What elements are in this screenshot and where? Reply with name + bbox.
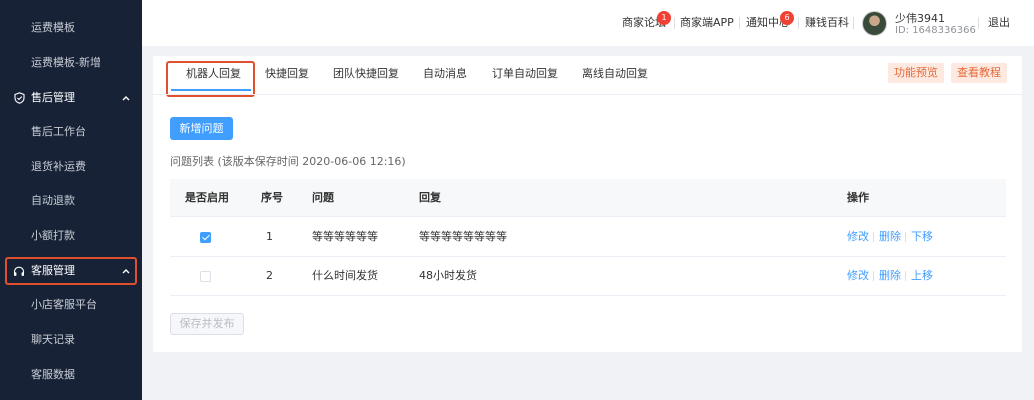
tab-divider xyxy=(153,94,1022,95)
question-list-title: 问题列表 (该版本保存时间 2020-06-06 12:16) xyxy=(170,155,406,168)
sidebar-group-customer-service[interactable]: 客服管理 xyxy=(0,254,142,288)
move-down-link[interactable]: 下移 xyxy=(911,218,933,256)
tab-team-quick-reply[interactable]: 团队快捷回复 xyxy=(333,56,399,92)
column-header-actions: 操作 xyxy=(847,191,869,204)
delete-link[interactable]: 删除 xyxy=(879,218,901,256)
sidebar-group-after-sales[interactable]: 售后管理 xyxy=(0,81,142,115)
sidebar-item-label: 聊天记录 xyxy=(31,333,75,346)
sidebar-item-shop-cs-platform[interactable]: 小店客服平台 xyxy=(0,288,142,322)
row-question: 等等等等等等 xyxy=(312,230,378,243)
sidebar: 运费模板 运费模板-新增 售后管理 售后工作台 退货补运费 自动退款 小额打款 … xyxy=(0,0,142,400)
sidebar-item-label: 小店客服平台 xyxy=(31,298,97,311)
row-question: 什么时间发货 xyxy=(312,269,378,282)
save-and-publish-button[interactable]: 保存并发布 xyxy=(170,313,244,335)
sidebar-item-after-sales-workbench[interactable]: 售后工作台 xyxy=(0,115,142,149)
sidebar-group-label: 售后管理 xyxy=(31,91,75,104)
tab-offline-auto-reply[interactable]: 离线自动回复 xyxy=(582,56,648,92)
sidebar-item-label: 小额打款 xyxy=(31,229,75,242)
shield-icon xyxy=(12,81,26,115)
divider xyxy=(674,17,675,29)
table-row: 2 什么时间发货 48小时发货 修改 删除 上移 xyxy=(170,257,1006,296)
column-header-reply: 回复 xyxy=(419,191,441,204)
tab-quick-reply[interactable]: 快捷回复 xyxy=(265,56,309,92)
row-index: 1 xyxy=(266,230,273,243)
sidebar-item-return-freight[interactable]: 退货补运费 xyxy=(0,150,142,184)
tab-robot-reply[interactable]: 机器人回复 xyxy=(186,56,241,92)
chevron-up-icon xyxy=(122,254,130,288)
divider xyxy=(905,271,906,281)
sidebar-item-label: 退货补运费 xyxy=(31,160,86,173)
column-header-index: 序号 xyxy=(261,191,283,204)
edit-link[interactable]: 修改 xyxy=(847,257,869,295)
divider xyxy=(905,232,906,242)
enabled-checkbox[interactable] xyxy=(200,271,211,282)
main-panel: 机器人回复 快捷回复 团队快捷回复 自动消息 订单自动回复 离线自动回复 功能预… xyxy=(153,56,1022,352)
headphones-icon xyxy=(12,254,26,288)
feature-preview-button[interactable]: 功能预览 xyxy=(888,63,944,83)
notification-badge: 6 xyxy=(780,11,794,25)
row-reply: 48小时发货 xyxy=(419,269,477,282)
row-index: 2 xyxy=(266,269,273,282)
sidebar-item-label: 运费模板-新增 xyxy=(31,56,101,69)
divider xyxy=(873,232,874,242)
sidebar-item-cs-data[interactable]: 客服数据 xyxy=(0,358,142,392)
sidebar-item-freight-template-add[interactable]: 运费模板-新增 xyxy=(0,46,142,80)
add-question-button[interactable]: 新增问题 xyxy=(170,117,233,140)
logout-link[interactable]: 退出 xyxy=(988,0,1010,46)
sidebar-item-chat-records[interactable]: 聊天记录 xyxy=(0,323,142,357)
table-header: 是否启用 序号 问题 回复 操作 xyxy=(170,179,1006,217)
column-header-enabled: 是否启用 xyxy=(185,191,229,204)
divider xyxy=(978,17,979,29)
delete-link[interactable]: 删除 xyxy=(879,257,901,295)
sidebar-item-auto-refund[interactable]: 自动退款 xyxy=(0,184,142,218)
table-row: 1 等等等等等等 等等等等等等等等 修改 删除 下移 xyxy=(170,218,1006,257)
tab-active-indicator xyxy=(171,89,251,91)
sidebar-item-freight-template[interactable]: 运费模板 xyxy=(0,11,142,45)
sidebar-item-label: 自动退款 xyxy=(31,194,75,207)
sidebar-group-label: 客服管理 xyxy=(31,264,75,277)
sidebar-item-label: 运费模板 xyxy=(31,21,75,34)
row-reply: 等等等等等等等等 xyxy=(419,230,507,243)
enabled-checkbox[interactable] xyxy=(200,232,211,243)
move-up-link[interactable]: 上移 xyxy=(911,257,933,295)
column-header-question: 问题 xyxy=(312,191,334,204)
header-link-money-wiki[interactable]: 赚钱百科 xyxy=(805,0,849,46)
user-id: ID: 1648336366 xyxy=(895,25,976,36)
user-name: 少伟3941 xyxy=(895,12,945,25)
top-header: 商家论坛 1 商家端APP 通知中心 6 赚钱百科 少伟3941 ID: 164… xyxy=(142,0,1034,46)
avatar[interactable] xyxy=(862,11,887,36)
divider xyxy=(739,17,740,29)
sidebar-item-small-payment[interactable]: 小额打款 xyxy=(0,219,142,253)
divider xyxy=(798,17,799,29)
header-link-merchant-app[interactable]: 商家端APP xyxy=(680,0,734,46)
tab-order-auto-reply[interactable]: 订单自动回复 xyxy=(492,56,558,92)
edit-link[interactable]: 修改 xyxy=(847,218,869,256)
divider xyxy=(873,271,874,281)
chevron-up-icon xyxy=(122,81,130,115)
divider xyxy=(853,17,854,29)
tab-auto-message[interactable]: 自动消息 xyxy=(423,56,467,92)
sidebar-item-label: 客服数据 xyxy=(31,368,75,381)
view-tutorial-button[interactable]: 查看教程 xyxy=(951,63,1007,83)
sidebar-item-label: 售后工作台 xyxy=(31,125,86,138)
notification-badge: 1 xyxy=(657,11,671,25)
